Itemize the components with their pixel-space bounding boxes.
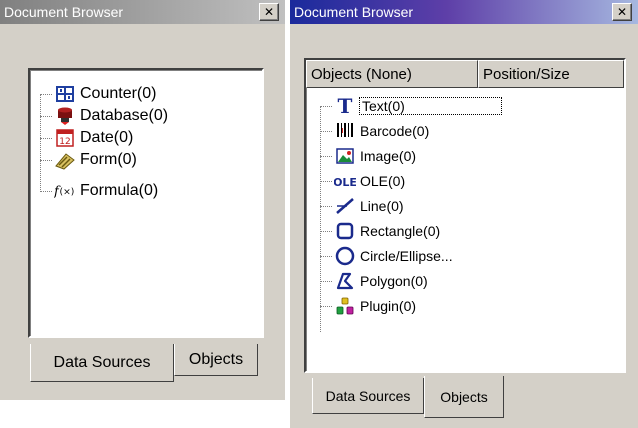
rectangle-icon xyxy=(334,221,356,241)
tree-item-label: OLE(0) xyxy=(360,173,406,189)
data-sources-tree-panel: Counter(0) Database(0) 12 Date(0) Form(0… xyxy=(28,68,264,338)
text-icon: T xyxy=(334,96,356,116)
tree-item-image[interactable]: Image(0) xyxy=(334,146,416,166)
close-button[interactable]: ✕ xyxy=(259,3,279,21)
tree-item-date[interactable]: 12 Date(0) xyxy=(54,128,133,148)
tree-item-rectangle[interactable]: Rectangle(0) xyxy=(334,221,440,241)
database-icon xyxy=(54,106,76,126)
tree-item-label: Polygon(0) xyxy=(360,273,428,289)
svg-text:OLE: OLE xyxy=(334,176,356,189)
tab-label: Data Sources xyxy=(325,387,411,404)
svg-text:T: T xyxy=(338,96,353,116)
tab-label: Objects xyxy=(440,388,488,405)
tree-item-text[interactable]: T Text(0) xyxy=(334,96,502,116)
document-browser-window-objects: Document Browser ✕ Objects (None) Positi… xyxy=(290,0,638,428)
window-title: Document Browser xyxy=(4,4,124,20)
tab-data-sources[interactable]: Data Sources xyxy=(312,378,424,414)
tree-item-counter[interactable]: Counter(0) xyxy=(54,84,156,104)
tree-item-label: Formula(0) xyxy=(80,182,159,199)
tree-item-label: Text(0) xyxy=(359,97,502,115)
ole-icon: OLE xyxy=(334,171,356,191)
title-bar[interactable]: Document Browser ✕ xyxy=(290,0,638,24)
tree-item-ole[interactable]: OLE OLE(0) xyxy=(334,171,405,191)
title-bar[interactable]: Document Browser ✕ xyxy=(0,0,285,24)
tree-item-circle-ellipse[interactable]: Circle/Ellipse... xyxy=(334,246,453,266)
tree-item-form[interactable]: Form(0) xyxy=(54,150,137,170)
tree-item-label: Barcode(0) xyxy=(360,123,430,139)
tree-item-label: Form(0) xyxy=(80,151,137,168)
tab-objects[interactable]: Objects xyxy=(424,376,504,418)
barcode-icon xyxy=(334,121,356,141)
tree-item-label: Rectangle(0) xyxy=(360,223,441,239)
plugin-icon xyxy=(334,296,356,316)
formula-icon: f (×) xyxy=(54,181,76,201)
tree-item-label: Plugin(0) xyxy=(360,298,417,314)
counter-icon xyxy=(54,84,76,104)
tree-item-label: Circle/Ellipse... xyxy=(360,248,453,264)
tree-item-plugin[interactable]: Plugin(0) xyxy=(334,296,416,316)
window-title: Document Browser xyxy=(294,4,414,20)
tree-item-label: Line(0) xyxy=(360,198,404,214)
tab-label: Objects xyxy=(188,350,244,368)
tab-objects[interactable]: Objects xyxy=(174,344,258,376)
polygon-icon xyxy=(334,271,356,291)
tree-item-barcode[interactable]: Barcode(0) xyxy=(334,121,429,141)
image-icon xyxy=(334,146,356,166)
document-browser-window-data-sources: Document Browser ✕ Counter(0) Database(0… xyxy=(0,0,285,400)
tab-data-sources[interactable]: Data Sources xyxy=(30,344,174,382)
tree-item-label: Image(0) xyxy=(360,148,417,164)
form-icon xyxy=(54,150,76,170)
svg-text:12: 12 xyxy=(59,137,70,147)
tree-item-line[interactable]: Line(0) xyxy=(334,196,404,216)
tree-item-database[interactable]: Database(0) xyxy=(54,106,168,126)
tab-label: Data Sources xyxy=(53,353,151,371)
tree-item-formula[interactable]: f (×) Formula(0) xyxy=(54,181,158,201)
calendar-icon: 12 xyxy=(54,128,76,148)
objects-tree-panel: Objects (None) Position/Size T Text(0) B… xyxy=(304,58,626,373)
line-icon xyxy=(334,196,356,216)
tree-item-label: Date(0) xyxy=(80,129,134,146)
tree-item-label: Database(0) xyxy=(80,107,169,124)
circle-icon xyxy=(334,246,356,266)
svg-text:(×): (×) xyxy=(60,187,75,198)
tree-item-polygon[interactable]: Polygon(0) xyxy=(334,271,428,291)
close-button[interactable]: ✕ xyxy=(612,3,632,21)
tree-item-label: Counter(0) xyxy=(80,85,157,102)
